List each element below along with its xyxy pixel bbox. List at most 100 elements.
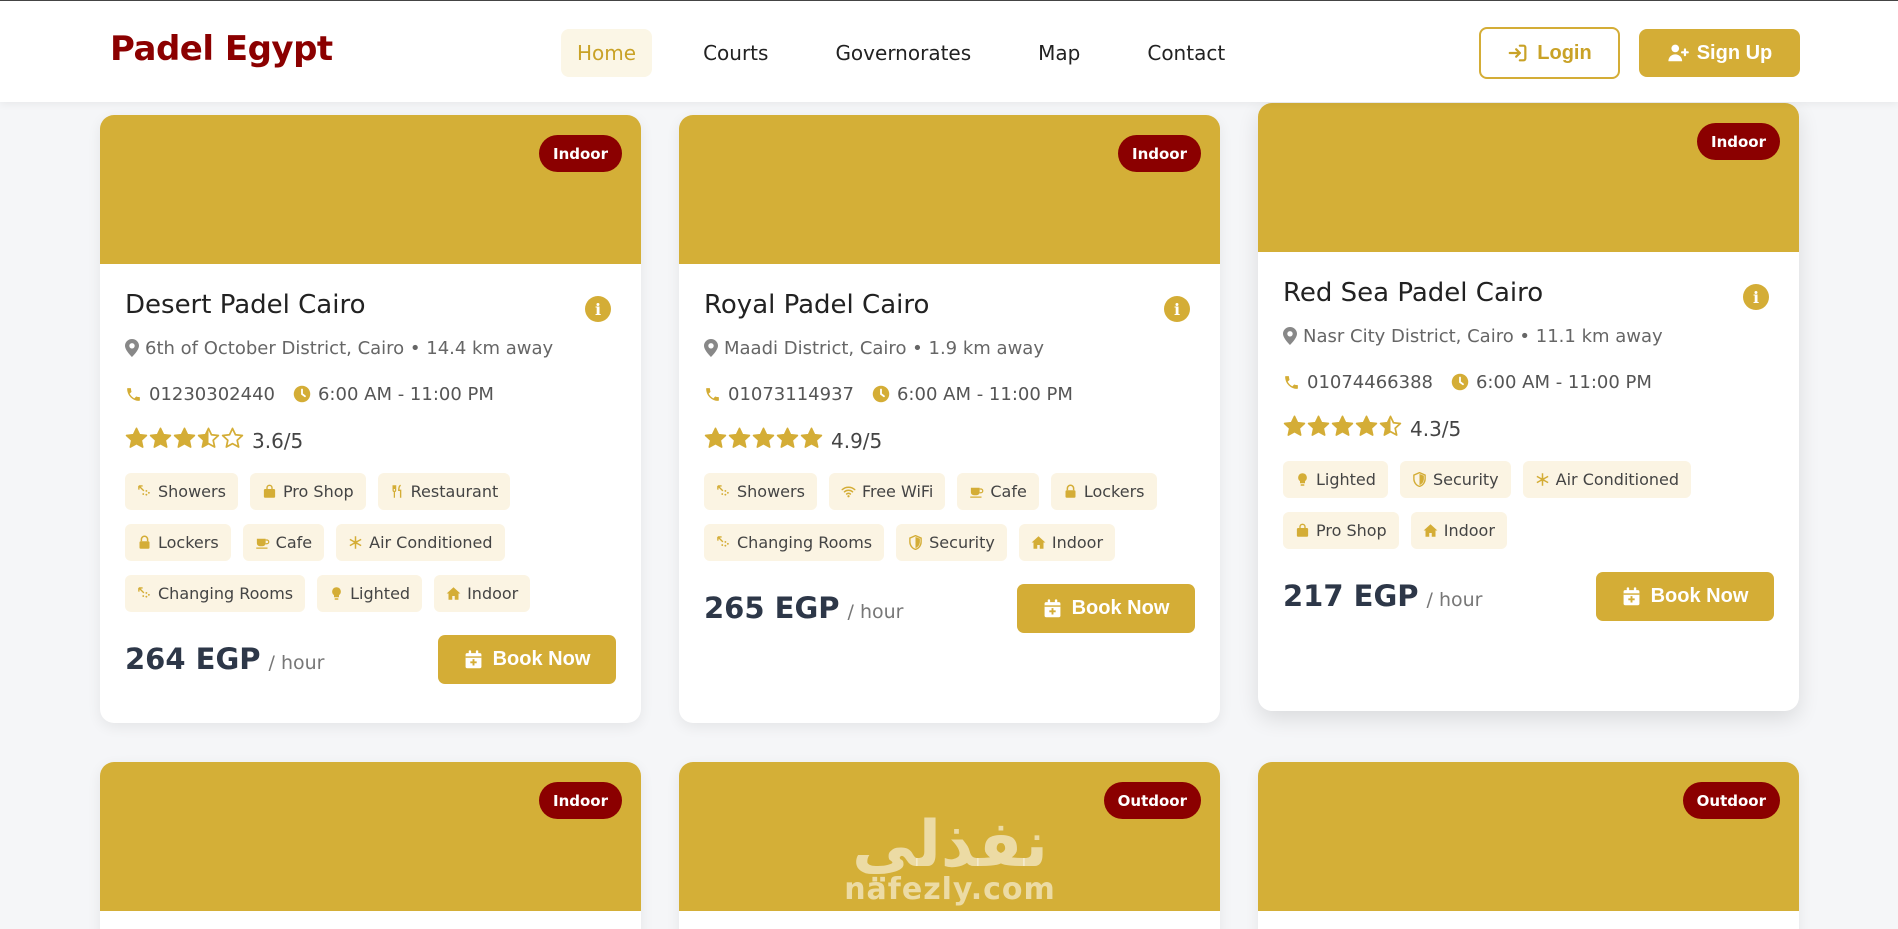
info-icon[interactable]: i xyxy=(585,296,611,322)
wifi-icon xyxy=(841,486,856,498)
amenity-chip: Pro Shop xyxy=(1283,512,1399,549)
amenity-label: Indoor xyxy=(1443,521,1495,540)
star-icon xyxy=(125,427,148,455)
home-icon xyxy=(1423,524,1438,537)
amenity-chip: Changing Rooms xyxy=(125,575,306,612)
court-rating: 3.6/5 xyxy=(125,426,616,456)
amenity-chip: Air Conditioned xyxy=(1522,461,1692,498)
court-location: Nasr City District, Cairo • 11.1 km away xyxy=(1283,324,1774,348)
hours-text: 6:00 AM - 11:00 PM xyxy=(1475,371,1652,393)
court-price: 217 EGP / hour xyxy=(1283,579,1482,613)
amenity-list: Showers Pro Shop Restaurant Lockers Cafe Air … xyxy=(125,473,616,612)
nav-contact[interactable]: Contact xyxy=(1131,29,1241,77)
court-location: Maadi District, Cairo • 1.9 km away xyxy=(704,336,1195,360)
info-icon[interactable]: i xyxy=(1743,284,1769,310)
amenity-label: Lockers xyxy=(1083,482,1145,501)
star-icon xyxy=(704,427,727,455)
court-image: Indoor xyxy=(100,115,641,264)
calendar-plus-icon xyxy=(465,649,482,668)
court-hours: 6:00 AM - 11:00 PM xyxy=(293,384,494,405)
shower-icon xyxy=(138,485,150,496)
book-label: Book Now xyxy=(1650,584,1749,607)
amenity-chip: Lighted xyxy=(1283,461,1388,498)
login-label: Login xyxy=(1537,41,1592,64)
lock-icon xyxy=(1065,484,1076,498)
court-hours: 6:00 AM - 11:00 PM xyxy=(872,384,1073,405)
amenity-label: Showers xyxy=(737,482,805,501)
star-icon xyxy=(752,427,775,455)
amenity-label: Changing Rooms xyxy=(158,584,294,603)
book-now-button[interactable]: Book Now xyxy=(438,634,616,684)
amenity-chip: Air Conditioned xyxy=(336,524,505,561)
hours-text: 6:00 AM - 11:00 PM xyxy=(317,383,494,405)
brand-logo[interactable]: Padel Egypt xyxy=(110,29,333,69)
shower-icon xyxy=(717,485,729,496)
court-card[interactable]: Indoor xyxy=(100,762,641,929)
snowflake-icon xyxy=(349,536,362,549)
nav-home[interactable]: Home xyxy=(561,29,653,77)
amenity-chip: Indoor xyxy=(1018,524,1116,561)
nav-governorates[interactable]: Governorates xyxy=(819,29,987,77)
amenity-label: Security xyxy=(1432,470,1499,489)
watermark-arabic: نفذلي xyxy=(852,808,1048,882)
shield-icon xyxy=(1413,472,1426,487)
nav-courts[interactable]: Courts xyxy=(687,29,784,77)
home-icon xyxy=(446,587,461,600)
signup-label: Sign Up xyxy=(1696,41,1773,64)
court-phone[interactable]: 01073114937 xyxy=(704,384,854,405)
amenity-chip: Security xyxy=(1399,461,1511,498)
court-phone[interactable]: 01230302440 xyxy=(125,384,275,405)
amenity-label: Security xyxy=(929,533,995,552)
court-hours: 6:00 AM - 11:00 PM xyxy=(1451,372,1652,393)
court-card[interactable]: Indoor Red Sea Padel Cairo i Nasr City D… xyxy=(1258,103,1799,711)
snowflake-icon xyxy=(1536,473,1549,486)
location-text: Maadi District, Cairo • 1.9 km away xyxy=(724,337,1044,359)
amenity-chip: Cafe xyxy=(242,524,325,561)
price-unit: / hour xyxy=(847,601,904,623)
amenity-chip: Restaurant xyxy=(377,473,511,510)
star-icon xyxy=(197,427,220,455)
nav-map[interactable]: Map xyxy=(1022,29,1096,77)
watermark-latin: nafezly.com xyxy=(844,872,1056,907)
phone-icon xyxy=(706,387,719,401)
court-rating: 4.3/5 xyxy=(1283,414,1774,444)
phone-icon xyxy=(1285,375,1298,389)
court-image: Indoor xyxy=(100,762,641,911)
amenity-label: Pro Shop xyxy=(1316,521,1387,540)
signup-button[interactable]: Sign Up xyxy=(1639,29,1800,77)
star-icon xyxy=(149,427,172,455)
amenity-chip: Security xyxy=(896,524,1007,561)
amenity-chip: Showers xyxy=(125,473,238,510)
book-now-button[interactable]: Book Now xyxy=(1596,571,1774,621)
amenity-label: Pro Shop xyxy=(282,482,354,501)
calendar-plus-icon xyxy=(1044,598,1061,617)
court-card[interactable]: Outdoor xyxy=(1258,762,1799,929)
sign-in-icon xyxy=(1508,44,1527,62)
info-icon[interactable]: i xyxy=(1164,296,1190,322)
amenity-label: Indoor xyxy=(1051,533,1104,552)
shopping-bag-icon xyxy=(1296,523,1309,537)
star-icon xyxy=(1307,415,1330,443)
rating-text: 3.6/5 xyxy=(252,429,304,453)
court-card[interactable]: Indoor Desert Padel Cairo i 6th of Octob… xyxy=(100,115,641,723)
star-icon xyxy=(728,427,751,455)
court-phone[interactable]: 01074466388 xyxy=(1283,372,1433,393)
location-text: 6th of October District, Cairo • 14.4 km… xyxy=(145,337,554,359)
phone-text: 01073114937 xyxy=(728,383,854,405)
shield-icon xyxy=(909,535,922,550)
star-icon xyxy=(800,427,823,455)
price-unit: / hour xyxy=(268,652,325,674)
book-now-button[interactable]: Book Now xyxy=(1017,583,1195,633)
court-type-badge: Outdoor xyxy=(1103,782,1201,819)
court-image: Indoor xyxy=(1258,103,1799,252)
amenity-label: Cafe xyxy=(990,482,1027,501)
court-card[interactable]: Indoor Royal Padel Cairo i Maadi Distric… xyxy=(679,115,1220,723)
court-type-badge: Outdoor xyxy=(1682,782,1780,819)
rating-stars xyxy=(1283,415,1402,443)
lightbulb-icon xyxy=(332,587,341,600)
star-icon xyxy=(221,427,244,455)
login-button[interactable]: Login xyxy=(1479,27,1620,79)
user-plus-icon xyxy=(1668,44,1689,62)
clock-icon xyxy=(872,385,890,403)
court-type-badge: Indoor xyxy=(1117,135,1201,172)
